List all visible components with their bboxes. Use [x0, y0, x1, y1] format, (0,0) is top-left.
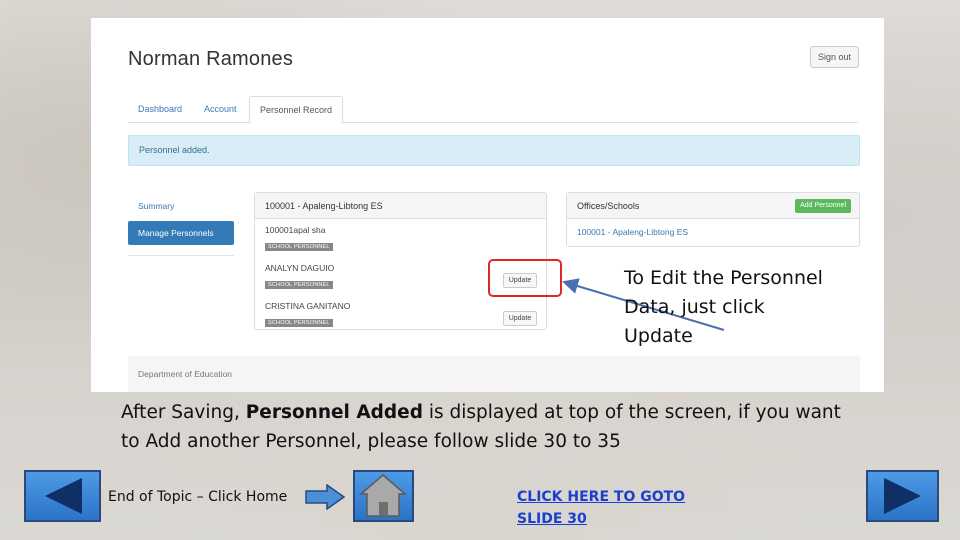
callout-text: To Edit the Personnel Data, just click U…: [624, 267, 823, 347]
next-slide-button[interactable]: [866, 470, 939, 522]
personnel-name: 100001apal sha: [265, 225, 326, 235]
personnel-row: 100001apal sha SCHOOL PERSONNEL: [265, 225, 535, 255]
tab-bar: Dashboard Account Personnel Record: [128, 96, 858, 124]
offices-panel-title: Offices/Schools: [577, 201, 640, 211]
role-badge: SCHOOL PERSONNEL: [265, 281, 333, 289]
app-footer: Department of Education: [128, 356, 860, 392]
offices-panel: Offices/Schools Add Personnel 100001 - A…: [566, 192, 860, 247]
personnel-row: CRISTINA GANITANO SCHOOL PERSONNEL Updat…: [265, 301, 537, 331]
personnel-name: CRISTINA GANITANO: [265, 301, 351, 311]
offices-panel-header: Offices/Schools Add Personnel: [567, 193, 859, 219]
home-icon: [358, 474, 408, 517]
personnel-added-alert: Personnel added.: [128, 135, 860, 166]
role-badge: SCHOOL PERSONNEL: [265, 243, 333, 251]
user-name-heading: Norman Ramones: [128, 48, 294, 70]
caption-part1: After Saving,: [121, 402, 246, 423]
update-button[interactable]: Update: [503, 311, 537, 326]
caption-bold: Personnel Added: [245, 402, 423, 423]
home-button[interactable]: [353, 470, 414, 522]
update-highlight-box: [488, 259, 562, 297]
sidenav-item-manage-personnels[interactable]: Manage Personnels: [128, 221, 234, 245]
tab-personnel-record[interactable]: Personnel Record: [249, 96, 344, 124]
sidenav-divider: [128, 255, 234, 256]
personnel-panel-title: 100001 - Apaleng-Libtong ES: [255, 193, 546, 219]
role-badge: SCHOOL PERSONNEL: [265, 319, 333, 327]
office-link[interactable]: 100001 - Apaleng-Libtong ES: [567, 219, 859, 245]
right-arrow-icon: [305, 484, 345, 510]
goto-slide-30-link[interactable]: CLICK HERE TO GOTO SLIDE 30: [517, 486, 692, 530]
sign-out-button[interactable]: Sign out: [810, 46, 859, 68]
tab-dashboard[interactable]: Dashboard: [128, 96, 192, 123]
left-triangle-icon: [45, 478, 82, 514]
tab-account[interactable]: Account: [194, 96, 247, 123]
end-of-topic-label: End of Topic – Click Home: [108, 489, 288, 505]
right-triangle-icon: [884, 478, 921, 514]
slide-caption: After Saving, Personnel Added is display…: [121, 398, 851, 456]
sidenav-item-summary[interactable]: Summary: [128, 194, 234, 218]
add-personnel-button[interactable]: Add Personnel: [795, 199, 851, 213]
previous-slide-button[interactable]: [24, 470, 101, 522]
side-nav: Summary Manage Personnels: [128, 194, 234, 256]
